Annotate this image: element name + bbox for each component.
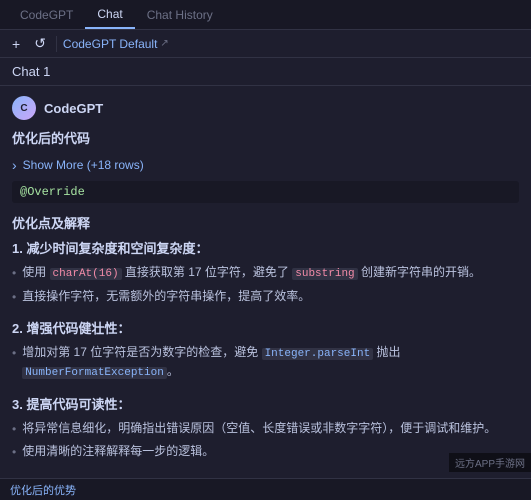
inline-code-blue: NumberFormatException [22, 367, 167, 379]
provider-arrow-icon: ↗ [160, 38, 168, 49]
bullet-text: 增加对第 17 位字符是否为数字的检查，避免 Integer.parseInt … [22, 343, 519, 382]
main-content[interactable]: C CodeGPT 优化后的代码 Show More (+18 rows) @O… [0, 86, 531, 476]
provider-label: CodeGPT Default [63, 37, 158, 51]
add-icon: + [12, 36, 20, 52]
tab-bar: CodeGPT Chat Chat History [0, 0, 531, 30]
list-item: 使用清晰的注释解释每一步的逻辑。 [12, 442, 519, 461]
section-3-bullets: 将异常信息细化，明确指出错误原因（空值、长度错误或非数字字符），便于调试和维护。… [12, 419, 519, 461]
section-1: 1. 减少时间复杂度和空间复杂度： 使用 charAt(16) 直接获取第 17… [12, 238, 519, 306]
list-item: 增加对第 17 位字符是否为数字的检查，避免 Integer.parseInt … [12, 343, 519, 382]
list-item: 直接操作字符，无需额外的字符串操作，提高了效率。 [12, 287, 519, 306]
bottom-label: 优化后的优势 [10, 482, 76, 498]
bot-name: CodeGPT [44, 101, 103, 116]
bullet-text: 使用清晰的注释解释每一步的逻辑。 [22, 442, 214, 460]
bullet-text: 直接操作字符，无需额外的字符串操作，提高了效率。 [22, 287, 310, 305]
bottom-bar: 优化后的优势 [0, 478, 531, 500]
bot-row: C CodeGPT [12, 96, 519, 120]
inline-code: charAt(16) [50, 268, 122, 280]
provider-label-container[interactable]: CodeGPT Default ↗ [63, 37, 169, 51]
section-3-num: 3. [12, 397, 26, 412]
toolbar-separator [56, 36, 57, 52]
tab-codegpt-label: CodeGPT [20, 8, 73, 22]
section-4-label: 遵循最佳实践： [26, 476, 117, 477]
analysis-title: 优化点及解释 [12, 213, 519, 232]
section-2-label: 增强代码健壮性： [26, 321, 130, 336]
section-1-num: 1. [12, 241, 26, 256]
list-item: 将异常信息细化，明确指出错误原因（空值、长度错误或非数字字符），便于调试和维护。 [12, 419, 519, 438]
back-button[interactable]: ↺ [30, 33, 50, 54]
section-4-title: 4. 遵循最佳实践： [12, 473, 519, 477]
section-2-num: 2. [12, 321, 26, 336]
chat-title-bar: Chat 1 [0, 58, 531, 86]
section-2-title: 2. 增强代码健壮性： [12, 318, 519, 337]
add-button[interactable]: + [8, 34, 24, 54]
code-override-line: @Override [12, 181, 519, 203]
tab-chat[interactable]: Chat [85, 0, 134, 29]
section-1-bullets: 使用 charAt(16) 直接获取第 17 位字符，避免了 substring… [12, 263, 519, 306]
section-3-title: 3. 提高代码可读性： [12, 394, 519, 413]
show-more-label: Show More (+18 rows) [23, 158, 144, 172]
section-2: 2. 增强代码健壮性： 增加对第 17 位字符是否为数字的检查，避免 Integ… [12, 318, 519, 382]
back-icon: ↺ [34, 35, 46, 52]
tab-codegpt[interactable]: CodeGPT [8, 0, 85, 29]
toolbar: + ↺ CodeGPT Default ↗ [0, 30, 531, 58]
section-code-title: 优化后的代码 [12, 128, 519, 147]
section-4-num: 4. [12, 476, 26, 477]
chat-title: Chat 1 [12, 64, 50, 79]
avatar: C [12, 96, 36, 120]
section-1-label: 减少时间复杂度和空间复杂度： [26, 241, 208, 256]
watermark: 远方APP手游网 [449, 453, 531, 472]
section-3-label: 提高代码可读性： [26, 397, 130, 412]
tab-chat-label: Chat [97, 7, 122, 21]
inline-code: substring [292, 268, 357, 280]
section-3: 3. 提高代码可读性： 将异常信息细化，明确指出错误原因（空值、长度错误或非数字… [12, 394, 519, 461]
tab-chat-history-label: Chat History [147, 8, 213, 22]
code-override-text: @Override [20, 185, 85, 199]
bullet-text: 将异常信息细化，明确指出错误原因（空值、长度错误或非数字字符），便于调试和维护。 [22, 419, 496, 437]
section-2-bullets: 增加对第 17 位字符是否为数字的检查，避免 Integer.parseInt … [12, 343, 519, 382]
section-4: 4. 遵循最佳实践： 避免硬编码逻辑，直接操作字符，使代码更简洁。 将逻辑拆分为… [12, 473, 519, 477]
show-more-button[interactable]: Show More (+18 rows) [12, 153, 519, 177]
inline-code-blue: Integer.parseInt [262, 348, 374, 360]
list-item: 使用 charAt(16) 直接获取第 17 位字符，避免了 substring… [12, 263, 519, 283]
bullet-text: 使用 charAt(16) 直接获取第 17 位字符，避免了 substring… [22, 263, 481, 283]
section-1-title: 1. 减少时间复杂度和空间复杂度： [12, 238, 519, 257]
tab-chat-history[interactable]: Chat History [135, 0, 225, 29]
